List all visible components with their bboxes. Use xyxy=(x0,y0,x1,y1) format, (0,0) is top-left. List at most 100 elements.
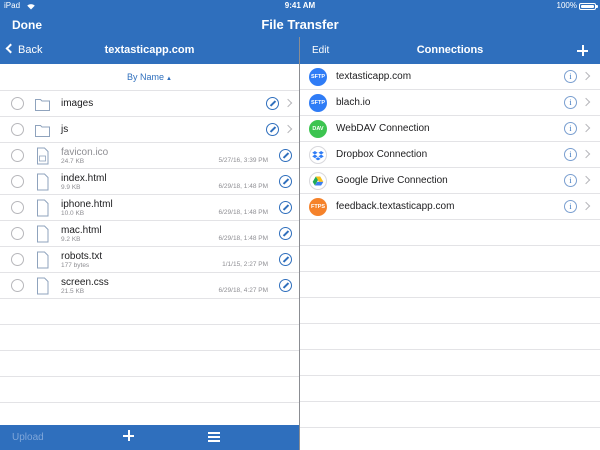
info-icon[interactable]: i xyxy=(564,96,577,109)
file-date: 5/27/16, 3:39 PM xyxy=(218,157,268,164)
image-file-icon xyxy=(37,147,49,165)
empty-row xyxy=(300,324,600,350)
list-line xyxy=(208,432,220,434)
connection-row[interactable]: FTPS feedback.textasticapp.com i xyxy=(300,194,600,220)
select-checkbox[interactable] xyxy=(11,97,24,110)
chevron-right-icon xyxy=(581,201,591,211)
file-row[interactable]: js xyxy=(0,117,299,143)
file-row[interactable]: iphone.html 10.0 KB 6/29/18, 1:48 PM xyxy=(0,195,299,221)
empty-row xyxy=(0,299,299,325)
select-checkbox[interactable] xyxy=(11,227,24,240)
file-date: 6/29/18, 1:48 PM xyxy=(218,235,268,242)
empty-row xyxy=(300,272,600,298)
upload-button[interactable]: Upload xyxy=(12,425,44,450)
add-connection-icon[interactable] xyxy=(577,45,588,56)
dropbox-icon xyxy=(309,146,327,164)
file-name: mac.html xyxy=(61,225,102,236)
document-icon xyxy=(37,173,49,191)
edit-icon[interactable] xyxy=(279,227,292,240)
folder-icon xyxy=(35,125,50,137)
chevron-right-icon[interactable] xyxy=(283,124,293,134)
file-list: images js favicon.ico 24.7 KB 5/27/16, 3… xyxy=(0,91,299,403)
connection-row[interactable]: Dropbox Connection i xyxy=(300,142,600,168)
connection-row[interactable]: SFTP textasticapp.com i xyxy=(300,64,600,90)
edit-icon[interactable] xyxy=(279,201,292,214)
select-checkbox[interactable] xyxy=(11,123,24,136)
select-checkbox[interactable] xyxy=(11,175,24,188)
file-name: images xyxy=(61,98,94,109)
file-name: screen.css xyxy=(61,277,109,288)
connection-name: feedback.textasticapp.com xyxy=(336,201,455,212)
battery-icon xyxy=(579,3,598,10)
google-drive-icon xyxy=(309,172,327,190)
empty-row xyxy=(300,350,600,376)
chevron-right-icon xyxy=(581,175,591,185)
file-row[interactable]: screen.css 21.5 KB 6/29/18, 4:27 PM xyxy=(0,273,299,299)
edit-icon[interactable] xyxy=(266,97,279,110)
edit-icon[interactable] xyxy=(266,123,279,136)
sort-selector[interactable]: By Name ▲ xyxy=(0,64,299,91)
file-name: iphone.html xyxy=(61,199,113,210)
file-row[interactable]: robots.txt 177 bytes 1/1/15, 2:27 PM xyxy=(0,247,299,273)
edit-icon[interactable] xyxy=(279,149,292,162)
edit-icon[interactable] xyxy=(279,175,292,188)
file-row[interactable]: favicon.ico 24.7 KB 5/27/16, 3:39 PM xyxy=(0,143,299,169)
folder-icon xyxy=(35,99,50,111)
file-row[interactable]: images xyxy=(0,91,299,117)
file-date: 6/29/18, 4:27 PM xyxy=(218,287,268,294)
sort-arrow-icon: ▲ xyxy=(166,76,172,82)
select-checkbox[interactable] xyxy=(11,279,24,292)
info-icon[interactable]: i xyxy=(564,122,577,135)
connections-header: Edit Connections xyxy=(300,37,600,64)
status-bar: iPad 9:41 AM 100% xyxy=(0,0,600,12)
select-checkbox[interactable] xyxy=(11,253,24,266)
connection-name: Dropbox Connection xyxy=(336,149,428,160)
connections-title: Connections xyxy=(416,44,484,56)
sort-label: By Name xyxy=(127,72,165,82)
file-date: 6/29/18, 1:48 PM xyxy=(218,209,268,216)
connection-row[interactable]: Google Drive Connection i xyxy=(300,168,600,194)
connection-name: textasticapp.com xyxy=(336,71,412,82)
document-icon xyxy=(37,199,49,217)
local-folder-title: textasticapp.com xyxy=(104,44,195,56)
file-name: js xyxy=(61,124,69,135)
document-icon xyxy=(37,225,49,243)
info-icon[interactable]: i xyxy=(564,148,577,161)
bottom-toolbar: Upload xyxy=(0,425,299,450)
connection-row[interactable]: SFTP blach.io i xyxy=(300,90,600,116)
info-icon[interactable]: i xyxy=(564,174,577,187)
select-checkbox[interactable] xyxy=(11,201,24,214)
add-icon[interactable] xyxy=(123,430,134,441)
file-name: robots.txt xyxy=(61,251,103,262)
connection-name: blach.io xyxy=(336,97,371,108)
empty-row xyxy=(300,246,600,272)
chevron-right-icon xyxy=(581,97,591,107)
file-size: 10.0 KB xyxy=(61,210,85,217)
chevron-right-icon[interactable] xyxy=(283,98,293,108)
file-size: 9.9 KB xyxy=(61,184,81,191)
sftp-icon: SFTP xyxy=(309,94,327,112)
chevron-right-icon xyxy=(581,71,591,81)
ftps-icon: FTPS xyxy=(309,198,327,216)
file-name: index.html xyxy=(61,173,107,184)
chevron-right-icon xyxy=(581,149,591,159)
connection-list: SFTP textasticapp.com i SFTP blach.io i … xyxy=(300,64,600,428)
file-size: 21.5 KB xyxy=(61,288,85,295)
select-checkbox[interactable] xyxy=(11,149,24,162)
file-date: 6/29/18, 1:48 PM xyxy=(218,183,268,190)
info-icon[interactable]: i xyxy=(564,70,577,83)
file-name: favicon.ico xyxy=(61,147,109,158)
document-icon xyxy=(37,251,49,269)
file-row[interactable]: index.html 9.9 KB 6/29/18, 1:48 PM xyxy=(0,169,299,195)
list-icon[interactable] xyxy=(208,432,220,442)
info-icon[interactable]: i xyxy=(564,200,577,213)
empty-row xyxy=(300,298,600,324)
connection-row[interactable]: DAV WebDAV Connection i xyxy=(300,116,600,142)
battery-percent: 100% xyxy=(556,1,577,10)
empty-row xyxy=(0,325,299,351)
edit-icon[interactable] xyxy=(279,253,292,266)
edit-icon[interactable] xyxy=(279,279,292,292)
sftp-icon: SFTP xyxy=(309,68,327,86)
document-icon xyxy=(37,277,49,295)
file-row[interactable]: mac.html 9.2 KB 6/29/18, 1:48 PM xyxy=(0,221,299,247)
